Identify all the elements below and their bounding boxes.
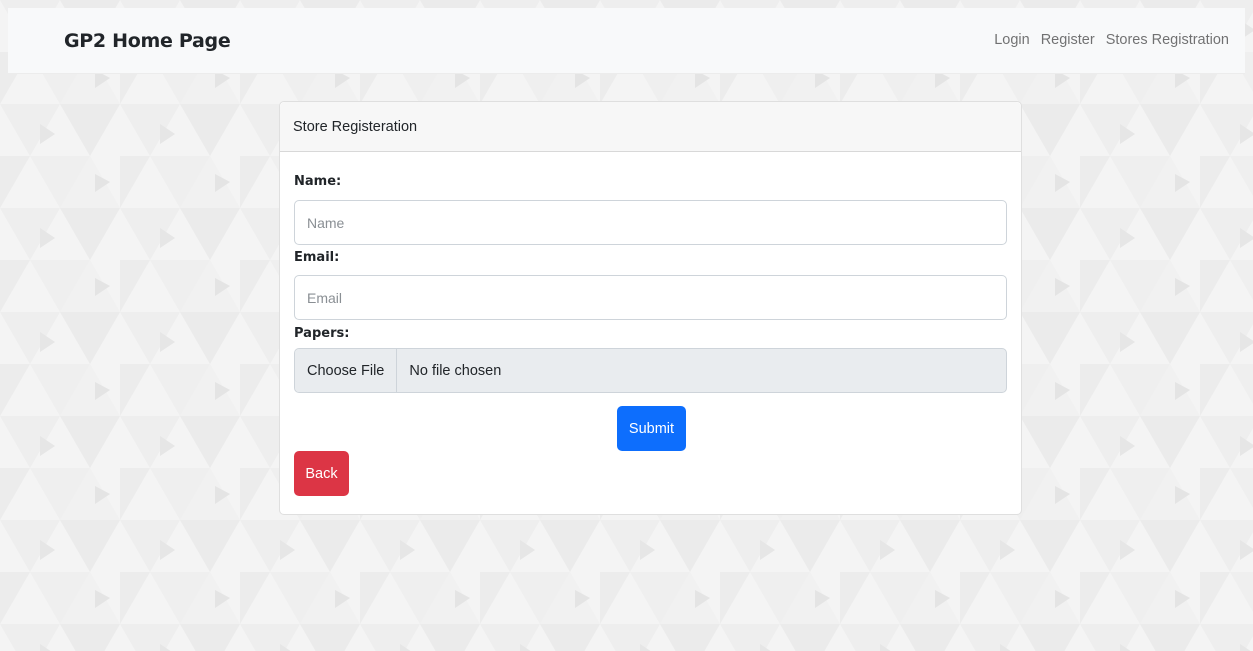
brand-link[interactable]: GP2 Home Page bbox=[64, 30, 231, 52]
submit-button[interactable]: Submit bbox=[617, 406, 686, 451]
back-button[interactable]: Back bbox=[294, 451, 349, 496]
nav-links: Login Register Stores Registration bbox=[994, 32, 1229, 48]
file-status-text: No file chosen bbox=[409, 362, 502, 379]
nav-login-link[interactable]: Login bbox=[994, 32, 1029, 48]
papers-file-input[interactable]: Choose File No file chosen bbox=[294, 348, 1007, 393]
email-input[interactable] bbox=[294, 275, 1007, 320]
choose-file-button[interactable]: Choose File bbox=[295, 349, 398, 392]
papers-label: Papers: bbox=[294, 326, 350, 341]
name-input[interactable] bbox=[294, 200, 1007, 245]
name-label: Name: bbox=[294, 174, 342, 189]
top-navbar: GP2 Home Page Login Register Stores Regi… bbox=[8, 8, 1245, 74]
nav-register-link[interactable]: Register bbox=[1041, 32, 1095, 48]
store-registration-card: Store Registeration Name: Email: Papers:… bbox=[279, 101, 1022, 515]
email-label: Email: bbox=[294, 250, 340, 265]
card-header: Store Registeration bbox=[280, 102, 1021, 152]
nav-stores-registration-link[interactable]: Stores Registration bbox=[1106, 32, 1229, 48]
